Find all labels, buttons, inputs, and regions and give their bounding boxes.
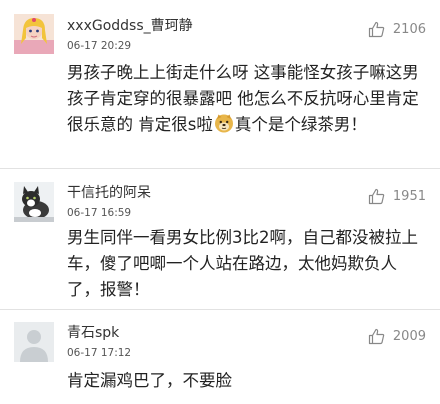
timestamp: 06-17 17:12: [67, 347, 132, 359]
comment-item: xxxGoddss_曹珂静 06-17 20:29 2106 男孩子晚上上街走什…: [0, 0, 440, 188]
avatar[interactable]: [14, 14, 54, 54]
avatar[interactable]: [14, 182, 54, 222]
timestamp: 06-17 16:59: [67, 207, 132, 219]
thumbs-up-icon: [368, 21, 385, 38]
thumbs-up-icon: [368, 328, 385, 345]
username[interactable]: 干信托的阿呆: [67, 182, 151, 202]
avatar[interactable]: [14, 322, 54, 362]
username[interactable]: 青石spk: [67, 322, 119, 342]
thumbs-up-icon: [368, 188, 385, 205]
doge-emoji: [214, 113, 234, 133]
username[interactable]: xxxGoddss_曹珂静: [67, 15, 193, 35]
comment-text-part: 真个是个绿茶男！: [234, 115, 367, 134]
like-button[interactable]: 1951: [368, 185, 426, 207]
comment-item: 干信托的阿呆 06-17 16:59 1951 男生同伴一看男女比例3比2啊，自…: [0, 169, 440, 309]
like-count: 2106: [392, 21, 426, 37]
comment-text: 男孩子晚上上街走什么呀 这事能怪女孩子嘛这男孩子肯定穿的很暴露吧 他怎么不反抗呀…: [67, 60, 427, 138]
like-count: 2009: [392, 328, 426, 344]
like-button[interactable]: 2009: [368, 325, 426, 347]
comment-text: 男生同伴一看男女比例3比2啊，自己都没被拉上车，傻了吧唧一个人站在路边，太他妈欺…: [67, 228, 418, 299]
like-count: 1951: [392, 188, 426, 204]
comment-item: 青石spk 06-17 17:12 2009 肯定漏鸡巴了，不要脸: [0, 310, 440, 404]
comment-text: 肯定漏鸡巴了，不要脸: [67, 371, 232, 390]
timestamp: 06-17 20:29: [67, 40, 132, 52]
like-button[interactable]: 2106: [368, 18, 426, 40]
